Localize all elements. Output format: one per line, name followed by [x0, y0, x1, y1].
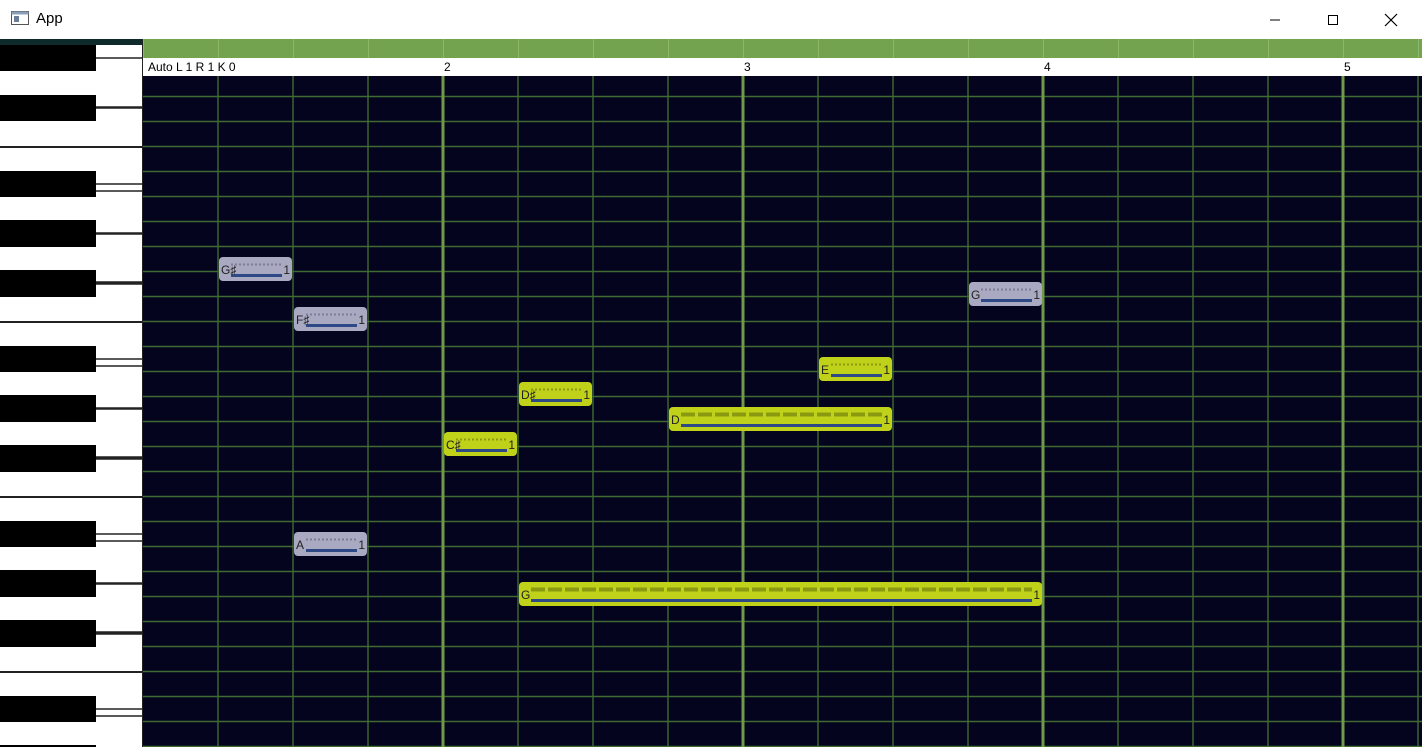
app-window-icon [11, 11, 29, 25]
note-value-label: 1 [508, 438, 515, 452]
note-name-label: C♯ [446, 438, 461, 452]
keyboard-top-strip [0, 39, 143, 45]
note-block[interactable]: E1 [819, 357, 892, 381]
timeline-header-bar[interactable] [143, 39, 1422, 58]
note-body[interactable] [294, 532, 367, 556]
note-name-label: G [971, 288, 980, 302]
note-block[interactable]: G♯ 1 [219, 257, 292, 281]
piano-keyboard[interactable] [0, 39, 143, 747]
note-value-label: 1 [358, 313, 365, 327]
black-key[interactable] [0, 445, 96, 471]
note-value-label: 1 [1033, 288, 1040, 302]
black-key[interactable] [0, 171, 96, 197]
note-block[interactable]: D♯ 1 [519, 382, 592, 406]
bar-ruler[interactable] [143, 58, 1422, 76]
note-block[interactable]: C♯ 1 [444, 432, 517, 456]
black-key[interactable] [0, 346, 96, 372]
black-key[interactable] [0, 45, 96, 71]
note-value-label: 1 [883, 363, 890, 377]
app-window: App G♯ 1 G 1 F♯ 1 E 1 D♯ 1 D 1 C♯ 1 A 1 G 1 Auto L 1 R 1 … [0, 0, 1422, 747]
close-icon [1384, 13, 1398, 26]
note-body[interactable] [519, 582, 1042, 606]
close-button[interactable] [1362, 0, 1420, 39]
note-name-label: G [521, 588, 530, 602]
note-body[interactable] [669, 407, 892, 431]
note-value-label: 1 [583, 388, 590, 402]
note-name-label: D [671, 413, 680, 427]
bar-number-label: 4 [1044, 60, 1051, 74]
window-title: App [36, 10, 63, 27]
black-key[interactable] [0, 521, 96, 547]
minimize-button[interactable] [1246, 0, 1304, 39]
note-block[interactable]: G1 [519, 582, 1042, 606]
note-block[interactable]: F♯ 1 [294, 307, 367, 331]
note-value-label: 1 [883, 413, 890, 427]
black-key[interactable] [0, 395, 96, 421]
maximize-button[interactable] [1304, 0, 1362, 39]
bar-number-label: 3 [744, 60, 751, 74]
ruler-status-text: Auto L 1 R 1 K 0 [148, 60, 236, 74]
title-bar[interactable]: App [0, 0, 1422, 39]
note-name-label: E [821, 363, 829, 377]
piano-roll[interactable]: G♯ 1 G 1 F♯ 1 E 1 D♯ 1 D 1 C♯ 1 A 1 G 1 Auto L 1 R 1 K 0 … [143, 39, 1422, 747]
maximize-icon [1328, 14, 1338, 25]
note-value-label: 1 [283, 263, 290, 277]
note-value-label: 1 [1033, 588, 1040, 602]
minimize-icon [1270, 19, 1280, 20]
note-body[interactable] [819, 357, 892, 381]
black-key[interactable] [0, 620, 96, 646]
black-key[interactable] [0, 270, 96, 296]
black-key[interactable] [0, 95, 96, 121]
piano-keys[interactable] [0, 39, 143, 747]
note-name-label: G♯ [221, 263, 236, 277]
black-key[interactable] [0, 696, 96, 722]
bar-number-label: 2 [444, 60, 451, 74]
note-name-label: F♯ [296, 313, 309, 327]
bar-number-label: 5 [1344, 60, 1351, 74]
note-name-label: A [296, 538, 304, 552]
note-block[interactable]: A1 [294, 532, 367, 556]
black-key[interactable] [0, 570, 96, 596]
note-block[interactable]: G1 [969, 282, 1042, 306]
black-key[interactable] [0, 220, 96, 246]
note-value-label: 1 [358, 538, 365, 552]
note-block[interactable]: D1 [669, 407, 892, 431]
note-name-label: D♯ [521, 388, 536, 402]
note-grid[interactable]: G♯ 1G 1F♯ 1E 1D♯ 1D 1C♯ 1A 1G 1 [143, 39, 1422, 747]
